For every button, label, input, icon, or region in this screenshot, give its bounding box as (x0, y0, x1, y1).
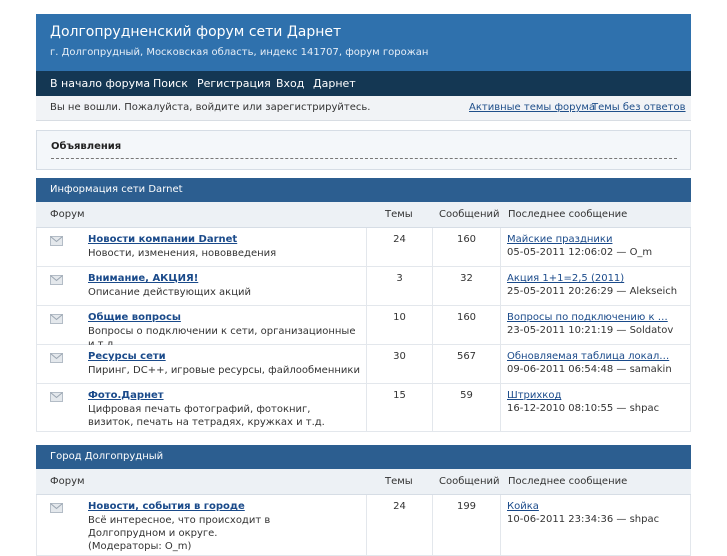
unanswered-topics-link[interactable]: Темы без ответов (592, 102, 686, 113)
forum-row: Внимание, АКЦИЯ! Описание действующих ак… (36, 267, 691, 306)
topics-count: 30 (393, 351, 406, 362)
forum-description: Всё интересное, что происходит в Долгопр… (88, 515, 271, 539)
last-post-link[interactable]: Вопросы по подключению к … (507, 312, 668, 323)
forum-row: Общие вопросы Вопросы о подключении к се… (36, 306, 691, 350)
category-header: Город Долгопрудный (36, 445, 691, 469)
topics-count: 3 (396, 273, 403, 284)
forum-moderators: (Модераторы: O_m) (88, 541, 192, 552)
column-topics: Темы (385, 209, 413, 220)
forum-name-link[interactable]: Фото.Дарнет (88, 390, 164, 401)
nav-darnet-link[interactable]: Дарнет (313, 77, 356, 90)
forum-name-link[interactable]: Новости, события в городе (88, 501, 245, 512)
forum-row: Новости, события в городе Всё интересное… (36, 495, 691, 556)
divider (500, 267, 501, 305)
posts-count: 32 (460, 273, 473, 284)
forum-read-icon (50, 314, 63, 324)
posts-count: 160 (456, 312, 477, 323)
announcements-label: Объявления (51, 141, 122, 152)
announcements-box: Объявления (36, 130, 691, 170)
forum-read-icon (50, 275, 63, 285)
topics-count: 10 (393, 312, 406, 323)
nav-search-link[interactable]: Поиск (153, 77, 188, 90)
topics-count: 15 (393, 390, 406, 401)
forum-read-icon (50, 503, 63, 513)
forum-read-icon (50, 392, 63, 402)
column-header-row: Форум Темы Сообщений Последнее сообщение (36, 469, 691, 495)
category-title[interactable]: Информация сети Darnet (50, 184, 183, 195)
last-post-link[interactable]: Акция 1+1=2,5 (2011) (507, 273, 624, 284)
category-dolgoprudny: Город Долгопрудный Форум Темы Сообщений … (36, 445, 691, 556)
welcome-bar: Вы не вошли. Пожалуйста, войдите или зар… (36, 96, 691, 121)
posts-count: 567 (456, 351, 477, 362)
divider (500, 495, 501, 555)
posts-count: 199 (456, 501, 477, 512)
column-forum: Форум (50, 476, 85, 487)
column-forum: Форум (50, 209, 85, 220)
forum-read-icon (50, 353, 63, 363)
forum-description: Цифровая печать фотографий, фотокниг, ви… (88, 404, 325, 428)
last-post-link[interactable]: Майские праздники (507, 234, 612, 245)
divider (500, 345, 501, 383)
forum-row: Ресурсы сети Пиринг, DC++, игровые ресур… (36, 345, 691, 384)
column-topics: Темы (385, 476, 413, 487)
forum-name-link[interactable]: Внимание, АКЦИЯ! (88, 273, 198, 284)
divider (500, 384, 501, 431)
divider (500, 306, 501, 344)
column-header-row: Форум Темы Сообщений Последнее сообщение (36, 202, 691, 228)
main-nav: В начало форума Поиск Регистрация Вход Д… (36, 71, 691, 96)
column-last-post: Последнее сообщение (508, 209, 628, 220)
last-post-link[interactable]: Штрихкод (507, 390, 561, 401)
category-darnet-info: Информация сети Darnet Форум Темы Сообще… (36, 178, 691, 432)
forum-description: Пиринг, DC++, игровые ресурсы, файлообме… (88, 365, 360, 376)
nav-register-link[interactable]: Регистрация (197, 77, 271, 90)
forum-title: Долгопрудненский форум сети Дарнет (50, 24, 342, 40)
forum-name-link[interactable]: Ресурсы сети (88, 351, 166, 362)
posts-count: 59 (460, 390, 473, 401)
forum-row: Фото.Дарнет Цифровая печать фотографий, … (36, 384, 691, 432)
forum-read-icon (50, 236, 63, 246)
last-post-meta: 05-05-2011 12:06:02 — O_m (507, 247, 653, 258)
forum-description: г. Долгопрудный, Московская область, инд… (50, 47, 429, 58)
forum-description: Новости, изменения, нововведения (88, 248, 277, 259)
last-post-meta: 09-06-2011 06:54:48 — samakin (507, 364, 672, 375)
last-post-link[interactable]: Койка (507, 501, 539, 512)
active-topics-link[interactable]: Активные темы форума (469, 102, 595, 113)
nav-login-link[interactable]: Вход (276, 77, 304, 90)
forum-name-link[interactable]: Общие вопросы (88, 312, 181, 323)
login-status-text: Вы не вошли. Пожалуйста, войдите или зар… (50, 102, 371, 113)
category-header: Информация сети Darnet (36, 178, 691, 202)
last-post-meta: 16-12-2010 08:10:55 — shpac (507, 403, 660, 414)
last-post-meta: 25-05-2011 20:26:29 — Alekseich (507, 286, 678, 297)
topics-count: 24 (393, 234, 406, 245)
column-posts: Сообщений (439, 209, 500, 220)
posts-count: 160 (456, 234, 477, 245)
last-post-meta: 23-05-2011 10:21:19 — Soldatov (507, 325, 674, 336)
divider (500, 228, 501, 266)
forum-row: Новости компании Darnet Новости, изменен… (36, 228, 691, 267)
last-post-link[interactable]: Обновляемая таблица локал… (507, 351, 669, 362)
last-post-meta: 10-06-2011 23:34:36 — shpac (507, 514, 660, 525)
category-title[interactable]: Город Долгопрудный (50, 451, 163, 462)
column-last-post: Последнее сообщение (508, 476, 628, 487)
forum-name-link[interactable]: Новости компании Darnet (88, 234, 237, 245)
divider (51, 158, 677, 159)
topics-count: 24 (393, 501, 406, 512)
nav-home-link[interactable]: В начало форума (50, 77, 150, 90)
forum-description: Описание действующих акций (88, 287, 252, 298)
column-posts: Сообщений (439, 476, 500, 487)
forum-header: Долгопрудненский форум сети Дарнет г. До… (36, 14, 691, 71)
